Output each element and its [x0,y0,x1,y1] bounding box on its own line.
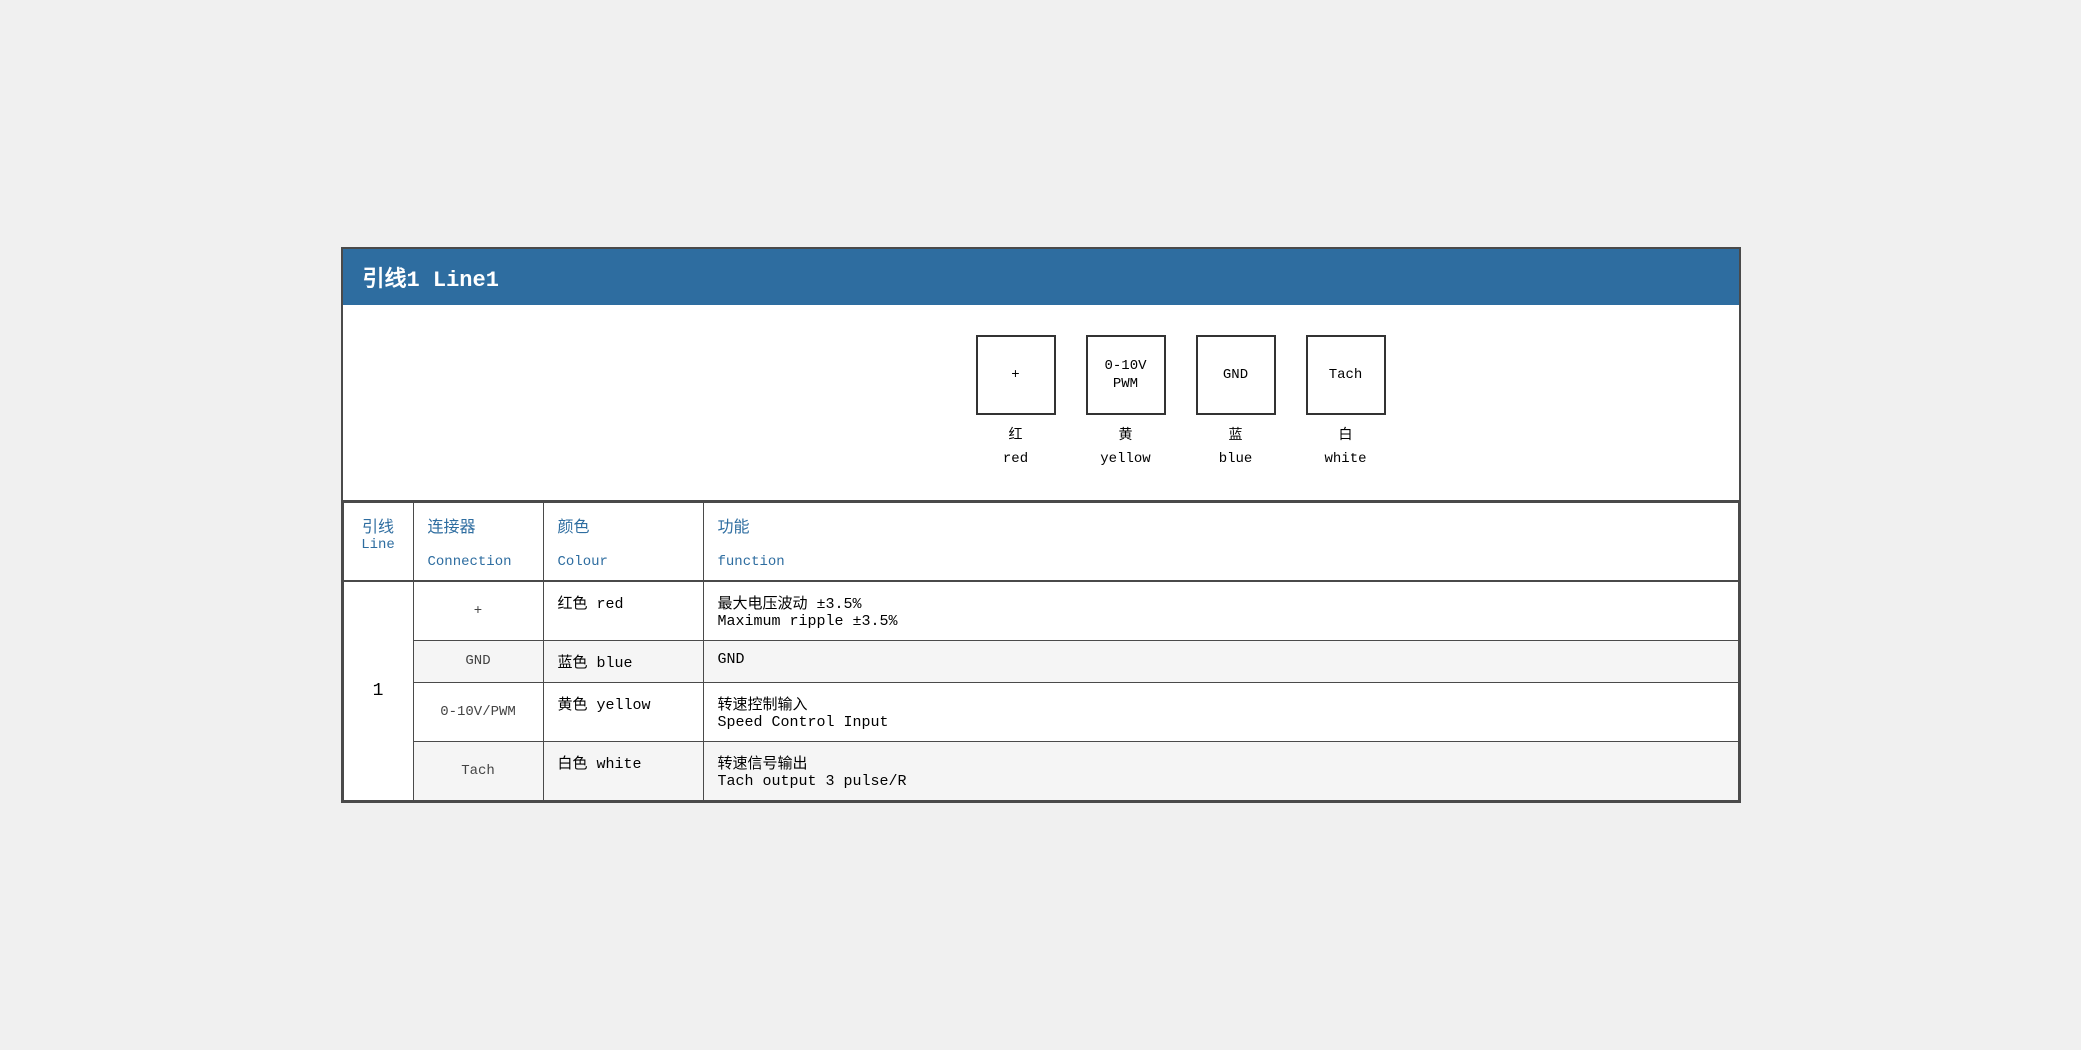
function-gnd-zh: GND [718,651,1724,668]
function-red-zh: 最大电压波动 ±3.5% [718,592,1724,613]
tach-box: Tach [1306,335,1386,415]
table-header-row: 引线 Line 连接器 Connection 颜色 Colour 功能 func… [343,502,1738,581]
function-pwm-en: Speed Control Input [718,714,1724,731]
diagram-inner: + 0-10VPWM GND Tach 红 red 黄 yellow 蓝 blu… [976,335,1386,470]
function-tach-text: 转速信号输出 Tach output 3 pulse/R [718,752,1724,790]
blue-label: 蓝 blue [1196,425,1276,470]
connection-gnd: GND [413,640,543,682]
red-label-zh: 红 [1009,428,1023,444]
red-label-en: red [1003,451,1028,467]
col-header-line-en: Line [358,537,399,553]
table-row-1-tach: Tach 白色 white 转速信号输出 Tach output 3 pulse… [343,741,1738,800]
function-tach-en: Tach output 3 pulse/R [718,773,1724,790]
header-section: 引线1 Line1 [343,249,1739,305]
col-header-connection-zh: 连接器 [428,513,529,537]
white-label: 白 white [1306,425,1386,470]
function-red-text: 最大电压波动 ±3.5% Maximum ripple ±3.5% [718,592,1724,630]
yellow-label: 黄 yellow [1086,425,1166,470]
connector-labels: 红 red 黄 yellow 蓝 blue 白 white [976,425,1386,470]
yellow-label-zh: 黄 [1119,428,1133,444]
col-header-function-zh: 功能 [718,513,1724,537]
function-pwm-text: 转速控制输入 Speed Control Input [718,693,1724,731]
colour-red: 红色 red [543,581,703,641]
col-header-connection-en: Connection [428,554,529,570]
connection-pwm: 0-10V/PWM [413,682,543,741]
function-red-en: Maximum ripple ±3.5% [718,613,1724,630]
diagram-section: + 0-10VPWM GND Tach 红 red 黄 yellow 蓝 blu… [343,305,1739,502]
page-title: 引线1 Line1 [363,268,499,293]
col-header-connection: 连接器 Connection [413,502,543,581]
connector-boxes: + 0-10VPWM GND Tach [976,335,1386,415]
connection-plus: + [413,581,543,641]
col-header-function-en: function [718,554,1724,570]
function-tach-zh: 转速信号输出 [718,752,1724,773]
connection-tach: Tach [413,741,543,800]
main-container: 引线1 Line1 + 0-10VPWM GND Tach 红 red 黄 ye… [341,247,1741,803]
line-number-1: 1 [343,581,413,801]
colour-blue: 蓝色 blue [543,640,703,682]
function-gnd-text: GND [718,651,1724,668]
pwm-box: 0-10VPWM [1086,335,1166,415]
function-pwm: 转速控制输入 Speed Control Input [703,682,1738,741]
table-section: 引线 Line 连接器 Connection 颜色 Colour 功能 func… [343,502,1739,801]
gnd-box: GND [1196,335,1276,415]
function-red: 最大电压波动 ±3.5% Maximum ripple ±3.5% [703,581,1738,641]
col-header-line-zh: 引线 [358,513,399,537]
col-header-colour: 颜色 Colour [543,502,703,581]
red-label: 红 red [976,425,1056,470]
yellow-label-en: yellow [1100,451,1150,467]
col-header-line: 引线 Line [343,502,413,581]
function-tach: 转速信号输出 Tach output 3 pulse/R [703,741,1738,800]
white-label-zh: 白 [1339,428,1353,444]
white-label-en: white [1324,451,1366,467]
table-row-1-plus: 1 + 红色 red 最大电压波动 ±3.5% Maximum ripple ±… [343,581,1738,641]
function-gnd: GND [703,640,1738,682]
main-table: 引线 Line 连接器 Connection 颜色 Colour 功能 func… [343,502,1739,801]
table-row-1-gnd: GND 蓝色 blue GND [343,640,1738,682]
col-header-colour-en: Colour [558,554,689,570]
col-header-function: 功能 function [703,502,1738,581]
col-header-colour-zh: 颜色 [558,513,689,537]
blue-label-zh: 蓝 [1229,428,1243,444]
function-pwm-zh: 转速控制输入 [718,693,1724,714]
table-row-1-pwm: 0-10V/PWM 黄色 yellow 转速控制输入 Speed Control… [343,682,1738,741]
plus-box: + [976,335,1056,415]
colour-white: 白色 white [543,741,703,800]
blue-label-en: blue [1219,451,1253,467]
colour-yellow: 黄色 yellow [543,682,703,741]
